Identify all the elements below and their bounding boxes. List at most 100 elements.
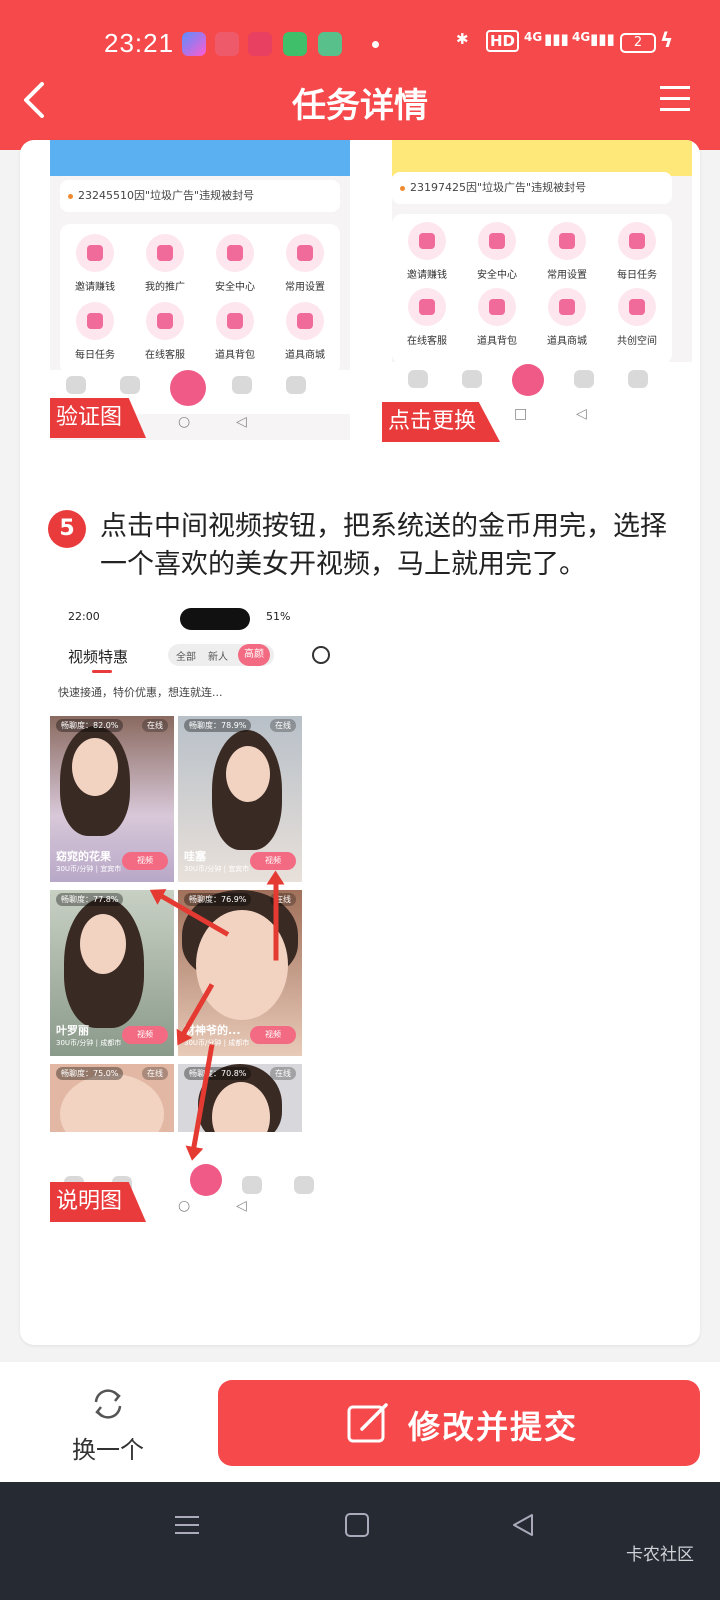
grid-item: 道具背包 — [200, 302, 270, 361]
back-icon[interactable] — [508, 1510, 538, 1540]
fluency-badge: 畅聊度：82.0% — [56, 719, 124, 732]
fluency-badge: 畅聊度：78.9% — [184, 719, 252, 732]
video-button: 视频 — [122, 1026, 168, 1044]
video-button: 视频 — [250, 1026, 296, 1044]
watermark: 卡农社区 — [626, 1545, 694, 1565]
grid-item: 道具商城 — [270, 302, 340, 361]
online-badge: 在线 — [142, 719, 168, 732]
home-nav-icon: □ — [514, 406, 528, 422]
action-bar: 换一个 修改并提交 — [0, 1362, 720, 1482]
bluetooth-icon: ✱ — [456, 30, 469, 48]
home-nav-icon: ○ — [178, 1198, 191, 1214]
menu-icon[interactable] — [658, 84, 692, 114]
grid-item: 道具背包 — [462, 288, 532, 347]
video-subtitle: 快速接通，特价优惠，想连就连... — [58, 686, 223, 699]
grid-item: 每日任务 — [60, 302, 130, 361]
filter-segment: 全部 新人 高颜 — [168, 644, 274, 666]
signal-2-label: 4G — [572, 30, 591, 44]
system-nav-bar: 卡农社区 — [0, 1482, 720, 1600]
task-detail-card: 23245510因"垃圾广告"违规被封号 邀请赚钱 我的推广 安全中心 常用设置… — [20, 140, 700, 1345]
swap-button[interactable]: 换一个 — [68, 1386, 148, 1465]
online-badge: 在线 — [142, 1067, 168, 1080]
explanation-screenshot[interactable]: 22:00 51% 视频特惠 全部 新人 高颜 快速接通，特价优惠，想连就连..… — [50, 602, 370, 1242]
app-notification-icon — [182, 32, 206, 56]
ban-notice: 23245510因"垃圾广告"违规被封号 — [60, 180, 340, 212]
video-card: 畅聊度：77.8% 叶罗丽 30U币/分钟 | 成都市 视频 — [50, 890, 174, 1056]
fluency-badge: 畅聊度：70.8% — [184, 1067, 252, 1080]
submit-button[interactable]: 修改并提交 — [218, 1380, 700, 1466]
signal-1-label: 4G — [524, 30, 543, 44]
host-name: 哇塞 — [184, 850, 206, 863]
step-5: 5 点击中间视频按钮，把系统送的金币用完，选择一个喜欢的美女开视频，马上就用完了… — [48, 508, 688, 584]
fluency-badge: 畅聊度：75.0% — [56, 1067, 124, 1080]
switch-tag[interactable]: 点击更换 — [382, 402, 501, 442]
video-offer-title: 视频特惠 — [68, 648, 129, 673]
back-nav-icon: ◁ — [236, 1198, 247, 1214]
host-meta: 30U币/分钟 | 宜宾市 — [56, 865, 122, 873]
back-nav-icon: ◁ — [236, 414, 247, 430]
video-call-icon — [170, 370, 206, 406]
home-nav-icon: ○ — [178, 414, 191, 430]
app-tab-bar — [392, 362, 692, 398]
guide-arrow — [273, 880, 279, 961]
page-title: 任务详情 — [292, 86, 428, 126]
grid-item: 在线客服 — [392, 288, 462, 347]
video-call-icon — [190, 1164, 222, 1196]
segment-new: 新人 — [208, 652, 228, 663]
dynamic-island — [180, 608, 250, 630]
top-bar: 23:21 ✱ HD 4G ▮▮▮ 4G ▮▮▮ 2 ϟ 任务详情 — [0, 0, 720, 150]
grid-item: 每日任务 — [602, 222, 672, 281]
download-icon — [318, 32, 342, 56]
battery-icon: 2 — [620, 33, 656, 53]
video-button: 视频 — [122, 852, 168, 870]
grid-item: 在线客服 — [130, 302, 200, 361]
recorder-icon — [248, 32, 272, 56]
back-nav-icon: ◁ — [576, 406, 587, 422]
step-number: 5 — [48, 510, 86, 548]
ban-notice: 23197425因"垃圾广告"违规被封号 — [392, 172, 672, 204]
host-name: 财神爷的... — [184, 1024, 241, 1037]
home-icon[interactable] — [342, 1510, 372, 1540]
function-grid: 邀请赚钱 我的推广 安全中心 常用设置 每日任务 在线客服 道具背包 道具商城 — [60, 224, 340, 374]
grid-item: 我的推广 — [130, 234, 200, 293]
segment-beauty: 高颜 — [238, 644, 270, 666]
video-card: 畅聊度：75.0% 在线 — [50, 1064, 174, 1132]
recent-apps-icon[interactable] — [172, 1510, 202, 1540]
signal-2-icon: ▮▮▮ — [590, 30, 615, 48]
video-card: 畅聊度：82.0% 在线 窈窕的花果 30U币/分钟 | 宜宾市 视频 — [50, 716, 174, 882]
video-card: 畅聊度：78.9% 在线 哇塞 30U币/分钟 | 宜宾市 视频 — [178, 716, 302, 882]
grid-item: 常用设置 — [532, 222, 602, 281]
online-badge: 在线 — [270, 719, 296, 732]
grid-item: 安全中心 — [462, 222, 532, 281]
submit-label: 修改并提交 — [408, 1408, 579, 1446]
signal-1-icon: ▮▮▮ — [544, 30, 569, 48]
hd-badge: HD — [486, 30, 520, 52]
edit-icon — [347, 1403, 388, 1443]
status-time: 23:21 — [104, 28, 175, 58]
video-app-icon — [215, 32, 239, 56]
swap-label: 换一个 — [72, 1436, 144, 1464]
grid-item: 常用设置 — [270, 234, 340, 293]
fluency-badge: 畅聊度：76.9% — [184, 893, 252, 906]
grid-item: 共创空间 — [602, 288, 672, 347]
message-icon — [283, 32, 307, 56]
charging-icon: ϟ — [660, 28, 674, 52]
fluency-badge: 畅聊度：77.8% — [56, 893, 124, 906]
function-grid: 邀请赚钱 安全中心 常用设置 每日任务 在线客服 道具背包 道具商城 共创空间 — [392, 214, 672, 364]
verify-screenshot[interactable]: 23245510因"垃圾广告"违规被封号 邀请赚钱 我的推广 安全中心 常用设置… — [50, 140, 350, 440]
step-text: 点击中间视频按钮，把系统送的金币用完，选择一个喜欢的美女开视频，马上就用完了。 — [100, 511, 667, 580]
host-name: 叶罗丽 — [56, 1024, 89, 1037]
banner-image — [50, 140, 350, 176]
grid-item: 安全中心 — [200, 234, 270, 293]
segment-all: 全部 — [176, 652, 196, 663]
host-meta: 30U币/分钟 | 宜宾市 — [184, 865, 250, 873]
host-meta: 30U币/分钟 | 成都市 — [56, 1039, 122, 1047]
banner-image — [392, 140, 692, 176]
phone-status-time: 22:00 — [68, 610, 100, 623]
host-meta: 30U币/分钟 | 成都市 — [184, 1039, 250, 1047]
grid-item: 道具商城 — [532, 288, 602, 347]
switch-screenshot[interactable]: 23197425因"垃圾广告"违规被封号 邀请赚钱 安全中心 常用设置 每日任务… — [392, 140, 692, 372]
search-icon — [312, 646, 330, 664]
phone-battery: 51% — [266, 610, 291, 623]
online-badge: 在线 — [270, 1067, 296, 1080]
